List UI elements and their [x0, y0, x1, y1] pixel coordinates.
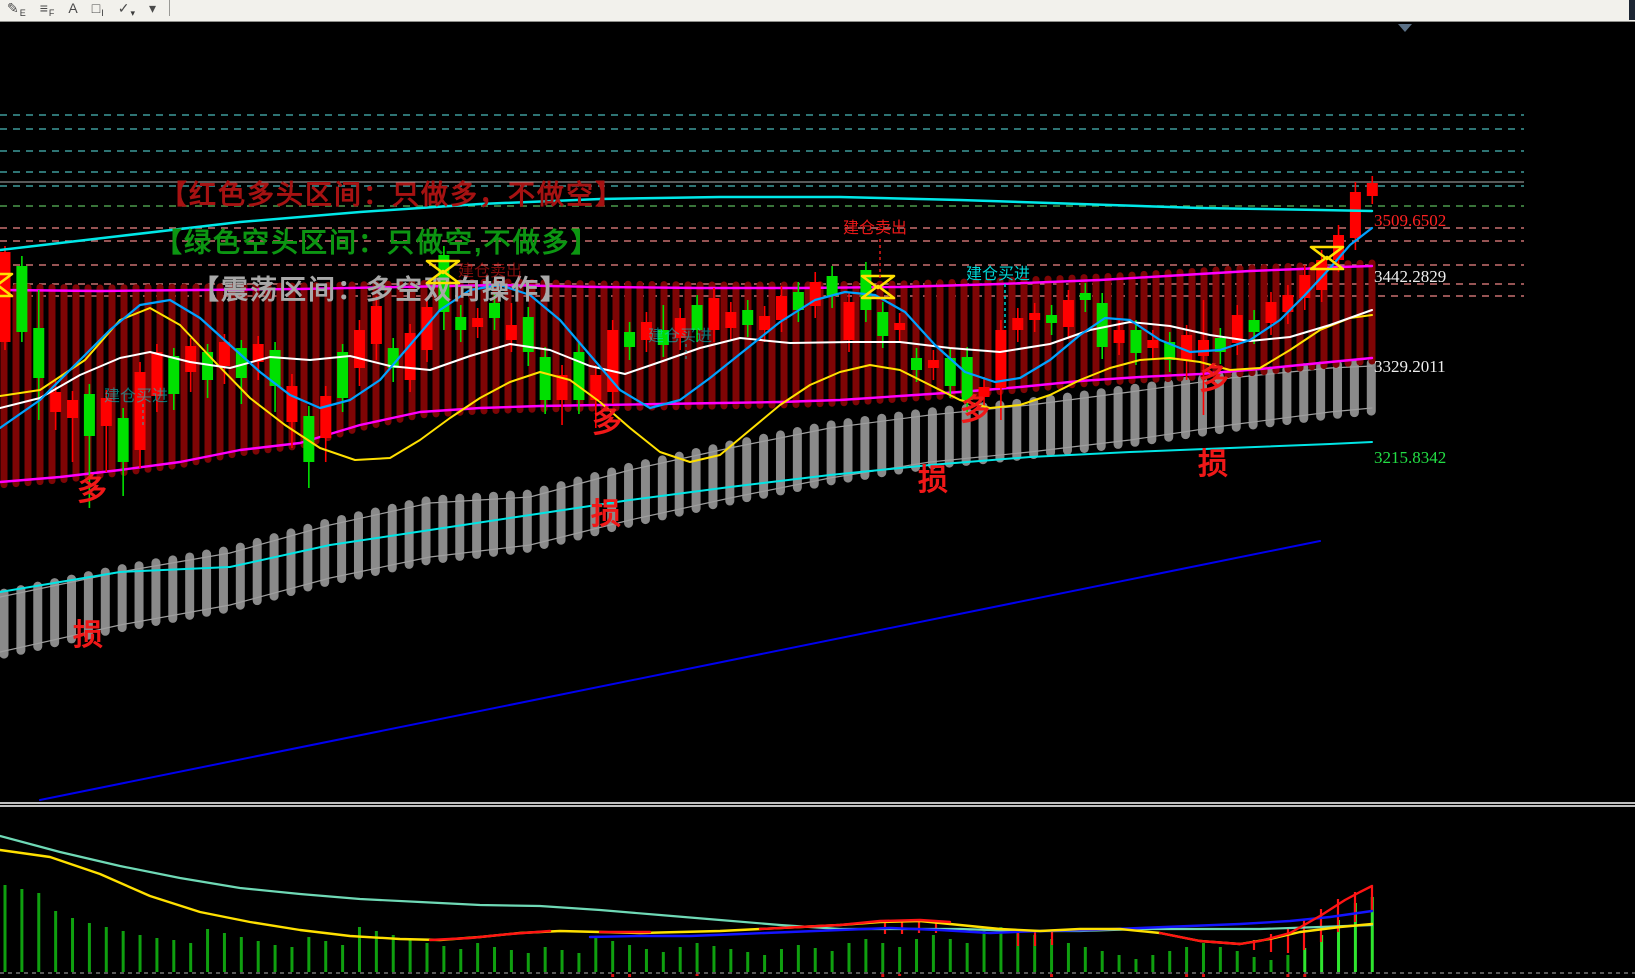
buy-signal-label-1[interactable]: 建仓买进: [648, 327, 712, 345]
candlestick: [928, 360, 939, 368]
candlestick: [354, 330, 365, 368]
candlestick: [506, 325, 517, 340]
candlestick: [776, 296, 787, 320]
indicator-aqua-line: [0, 836, 1372, 931]
candlestick: [995, 330, 1006, 388]
drawing-toolbar: ✎E≡FA□I✓▾▾: [0, 0, 1635, 22]
toolbar-separator: [169, 0, 170, 16]
candlestick: [1198, 340, 1209, 356]
candlestick: [371, 306, 382, 344]
position-marker-long-6[interactable]: 多: [1199, 363, 1229, 396]
annotate-pencil-icon: ✎: [7, 1, 19, 15]
zone-annotation-1[interactable]: 【绿色空头区间：只做空,不做多】: [155, 227, 600, 258]
candlestick: [472, 318, 483, 327]
candlestick: [894, 323, 905, 330]
splitter-arrow-icon[interactable]: [1398, 24, 1412, 32]
candlestick: [1029, 313, 1040, 320]
candlestick: [320, 396, 331, 438]
candlestick: [1367, 183, 1378, 196]
candlestick: [624, 332, 635, 347]
candlestick: [1063, 300, 1074, 327]
candlestick: [219, 342, 230, 366]
candlestick: [455, 317, 466, 330]
indicator-red-line: [430, 931, 550, 940]
candlestick: [84, 394, 95, 436]
position-marker-stop-3[interactable]: 损: [591, 498, 621, 531]
text-label-icon[interactable]: A: [68, 1, 77, 21]
candlestick: [692, 305, 703, 330]
text-label-icon: A: [68, 1, 77, 15]
position-marker-long-0[interactable]: 多: [77, 474, 107, 507]
candlestick: [168, 356, 179, 394]
candlestick: [33, 328, 44, 378]
icon-sub-label: I: [101, 6, 104, 20]
dotted-box-icon[interactable]: □I: [92, 1, 104, 21]
candlestick: [844, 302, 855, 340]
annotate-pencil-icon[interactable]: ✎E: [7, 1, 26, 21]
candlestick: [708, 298, 719, 330]
candlestick: [118, 418, 129, 462]
dotted-box-icon: □: [92, 1, 100, 15]
position-marker-long-2[interactable]: 多: [592, 406, 622, 439]
position-marker-stop-5[interactable]: 损: [918, 464, 948, 497]
candlestick: [742, 310, 753, 325]
candlestick: [50, 392, 61, 412]
price-label-0: 3509.6502: [1374, 211, 1446, 230]
position-marker-stop-7[interactable]: 损: [1198, 448, 1228, 481]
candlestick: [759, 316, 770, 330]
dotted-lines-icon[interactable]: ≡F: [40, 1, 55, 21]
candlestick: [877, 312, 888, 336]
candlestick: [1130, 330, 1141, 353]
candlestick: [725, 312, 736, 328]
candlestick: [1097, 303, 1108, 347]
candlestick: [1114, 330, 1125, 343]
candlestick: [337, 352, 348, 398]
position-marker-long-4[interactable]: 多: [960, 394, 990, 427]
zone-annotation-0[interactable]: 【红色多头区间：只做多，不做空】: [160, 179, 624, 210]
blue-trend-line: [40, 541, 1320, 800]
candlestick: [286, 386, 297, 422]
position-marker-stop-1[interactable]: 损: [73, 619, 103, 652]
icon-sub-label: ▾: [130, 6, 135, 20]
candlestick-chart-canvas[interactable]: 【红色多头区间：只做多，不做空】【绿色空头区间：只做空,不做多】【震荡区间：多空…: [0, 0, 1635, 978]
candlestick: [1080, 293, 1091, 300]
icon-sub-label: E: [20, 6, 26, 20]
buy-signal-label-0[interactable]: 建仓买进: [104, 387, 168, 405]
candlestick: [185, 346, 196, 372]
candlestick: [67, 400, 78, 418]
candlestick: [1249, 320, 1260, 332]
indicator-blue-line: [590, 911, 1372, 937]
candlestick: [16, 266, 27, 332]
dropdown-arrow-icon[interactable]: ▾: [149, 1, 156, 21]
candlestick: [1046, 315, 1057, 323]
price-label-2: 3329.2011: [1374, 357, 1446, 376]
dropdown-arrow-icon: ▾: [149, 1, 156, 15]
sell-signal-label-0[interactable]: 建仓卖出: [458, 262, 522, 280]
dotted-lines-icon: ≡: [40, 1, 48, 15]
icon-sub-label: F: [49, 6, 55, 20]
candlestick: [1350, 192, 1361, 238]
candlestick: [540, 357, 551, 400]
candlestick: [489, 303, 500, 318]
candlestick: [1181, 335, 1192, 360]
trading-app-window: ✎E≡FA□I✓▾▾ 【红色多头区间：只做多，不做空】【绿色空头区间：只做空,不…: [0, 0, 1635, 978]
buy-signal-label-2[interactable]: 建仓买进: [966, 265, 1030, 283]
check-dropdown-icon: ✓: [118, 1, 130, 15]
candlestick: [1012, 318, 1023, 330]
candlestick: [911, 358, 922, 370]
check-dropdown-icon[interactable]: ✓▾: [118, 1, 135, 21]
candlestick: [1147, 340, 1158, 348]
candlestick: [827, 276, 838, 296]
price-label-3: 3215.8342: [1374, 448, 1446, 467]
price-label-1: 3442.2829: [1374, 267, 1446, 286]
sell-signal-label-1[interactable]: 建仓卖出: [843, 219, 907, 237]
toolbar-right-edge: [1629, 0, 1635, 20]
toolbar-icon-group: ✎E≡FA□I✓▾▾: [0, 0, 163, 21]
candlestick: [135, 372, 146, 450]
candlestick: [1266, 302, 1277, 323]
